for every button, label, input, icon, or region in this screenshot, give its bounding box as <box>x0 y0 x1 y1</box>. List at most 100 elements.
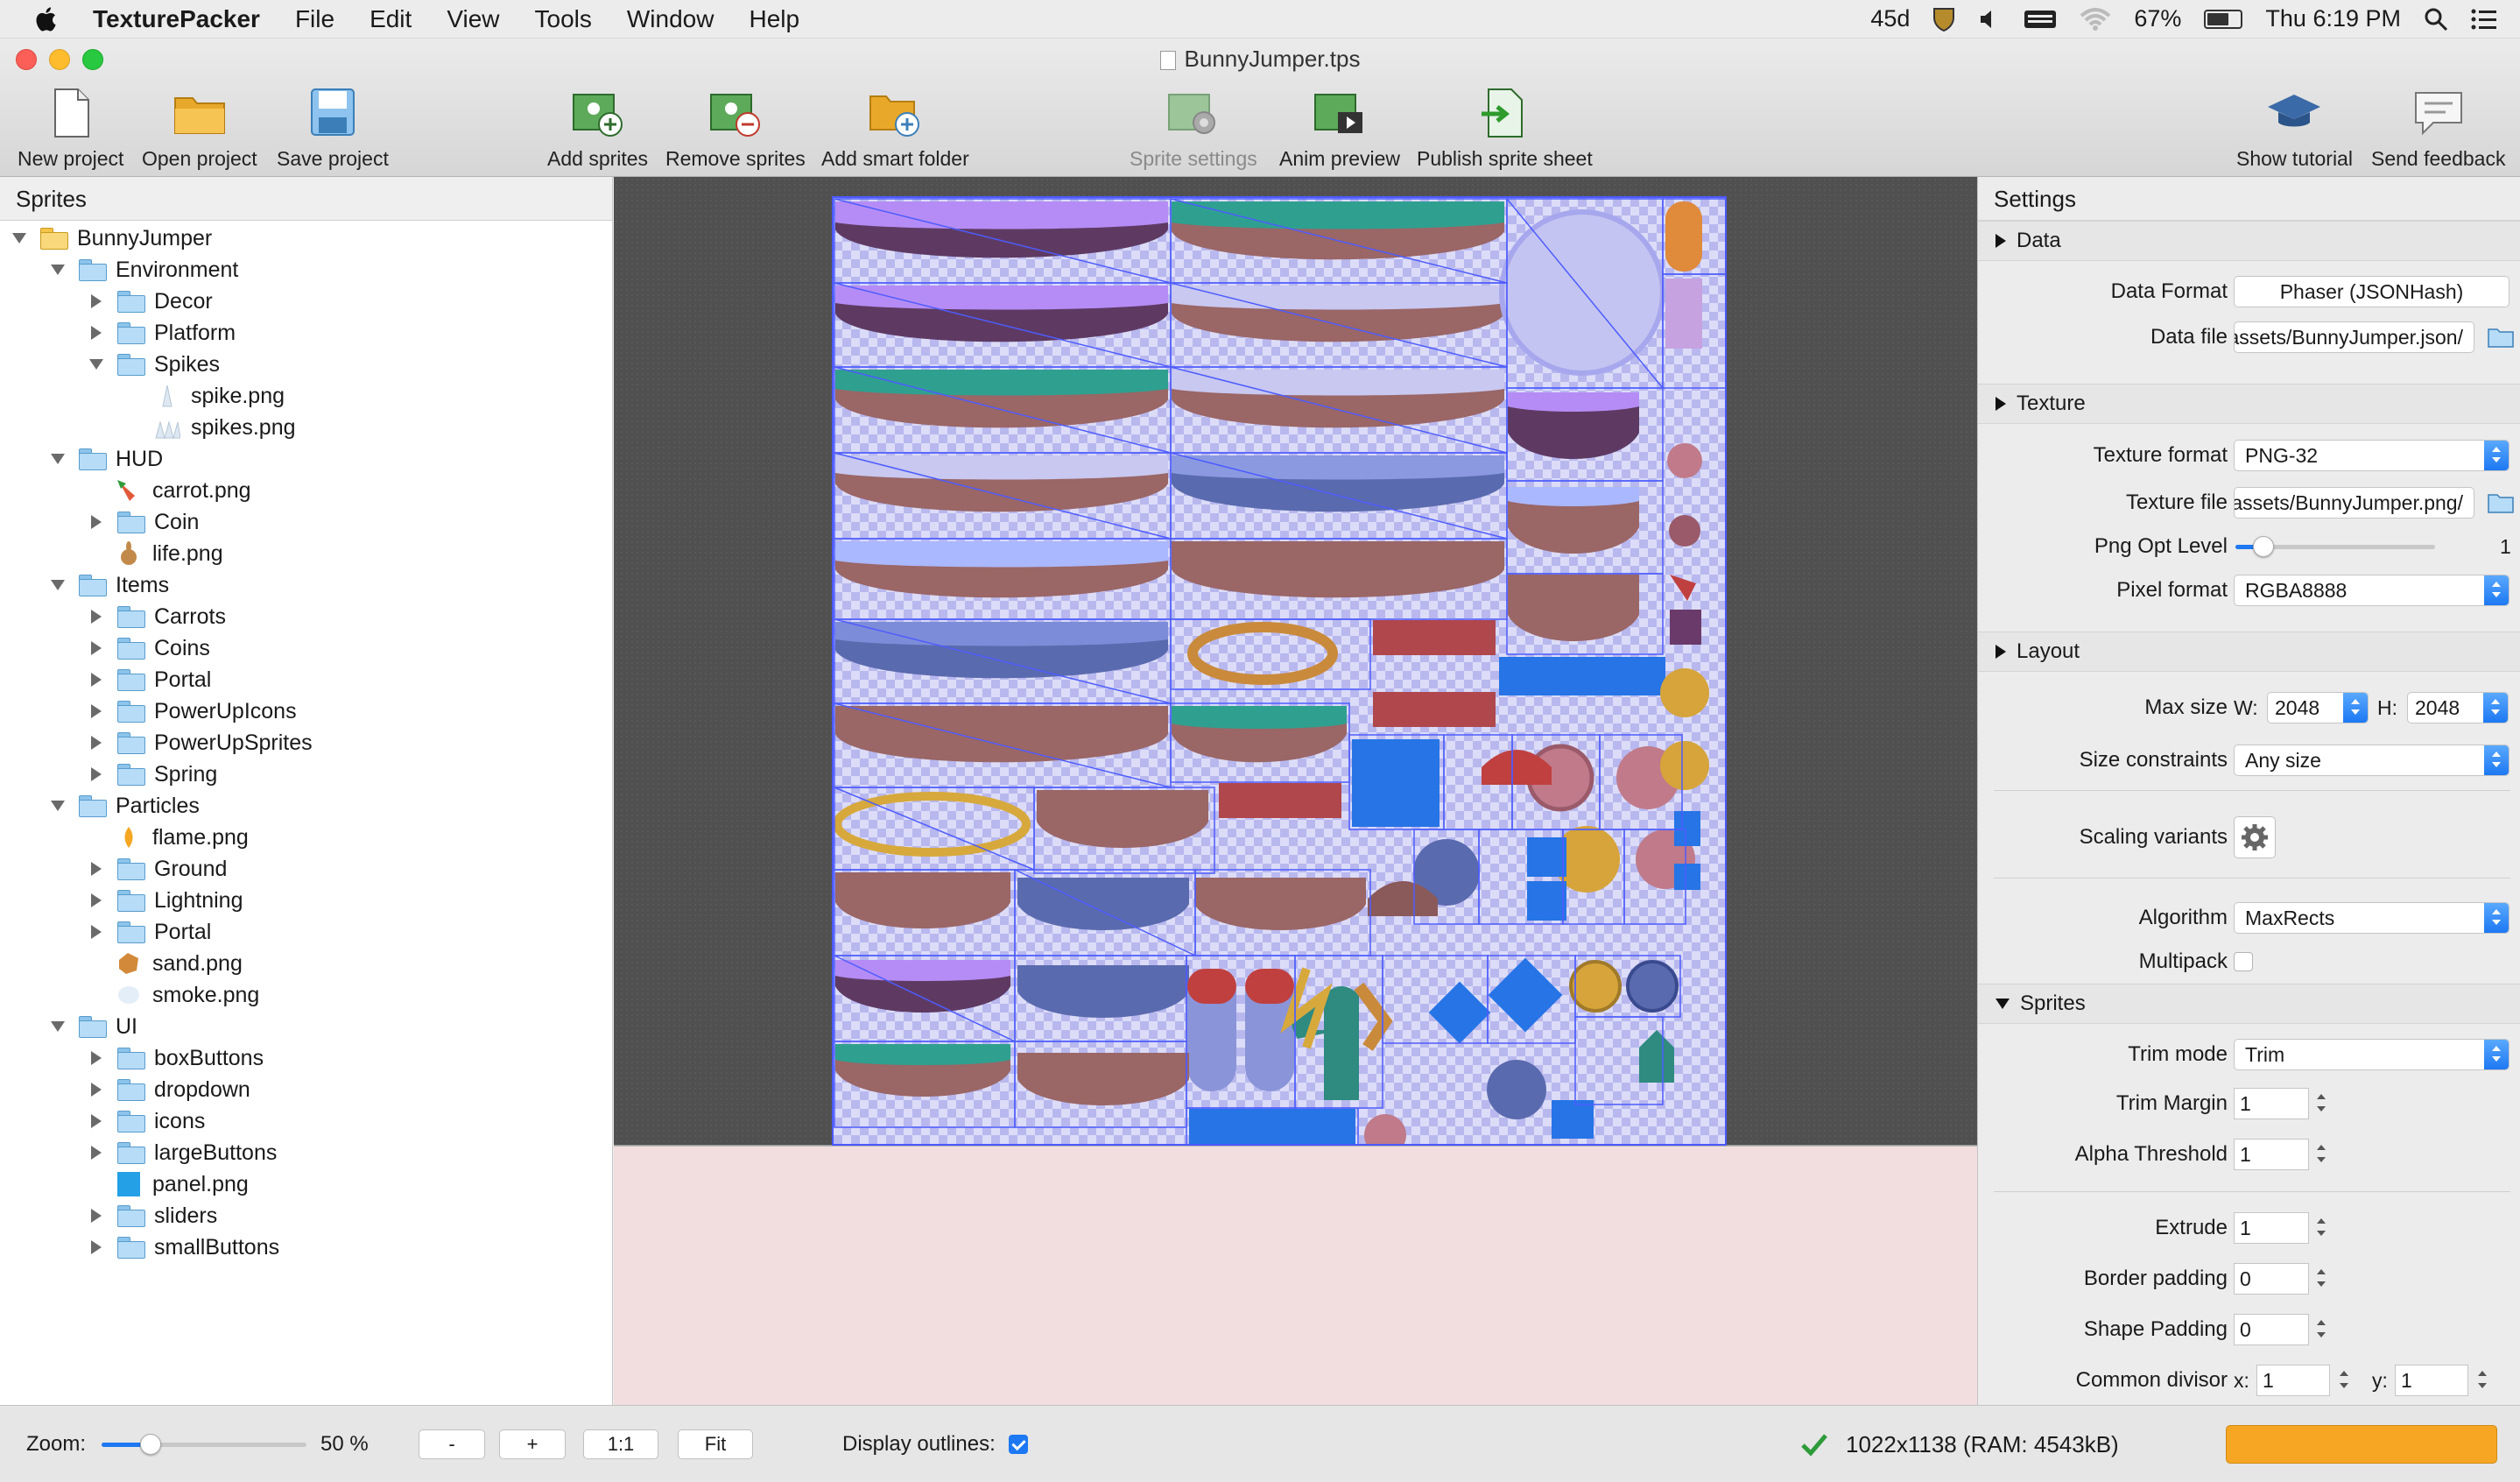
disclosure-right-icon[interactable] <box>91 610 102 624</box>
disclosure-right-icon[interactable] <box>91 736 102 750</box>
volume-icon[interactable] <box>1978 8 2001 31</box>
texture-section-header[interactable]: Texture <box>1978 384 2520 424</box>
status-45d[interactable]: 45d <box>1870 5 1910 32</box>
add-sprites-button[interactable]: Add sprites <box>547 86 648 171</box>
sprite-tree-item[interactable]: largeButtons <box>0 1137 612 1168</box>
disclosure-right-icon[interactable] <box>91 673 102 687</box>
disclosure-right-icon[interactable] <box>91 326 102 340</box>
shape-padding-stepper[interactable] <box>2314 1314 2328 1345</box>
divisor-y-stepper[interactable] <box>2475 1365 2489 1396</box>
data-file-folder-icon[interactable] <box>2488 327 2514 348</box>
sprites-section-header[interactable]: Sprites <box>1978 984 2520 1024</box>
zoom-in-button[interactable]: + <box>499 1429 566 1459</box>
sprite-tree-item[interactable]: spikes.png <box>0 412 612 443</box>
open-project-button[interactable]: Open project <box>142 86 257 171</box>
disclosure-right-icon[interactable] <box>91 1240 102 1254</box>
clock[interactable]: Thu 6:19 PM <box>2265 5 2401 32</box>
max-height-select[interactable]: 2048 <box>2407 692 2509 723</box>
sprite-tree-item[interactable]: carrot.png <box>0 475 612 506</box>
disclosure-right-icon[interactable] <box>91 1209 102 1223</box>
help-menu[interactable]: Help <box>749 5 799 33</box>
sprite-tree-item[interactable]: Platform <box>0 317 612 349</box>
zoom-out-button[interactable]: - <box>419 1429 485 1459</box>
shield-icon[interactable] <box>1932 6 1955 32</box>
sprite-sheet-canvas[interactable] <box>614 177 1977 1146</box>
divisor-x-stepper[interactable] <box>2337 1365 2351 1396</box>
border-padding-field[interactable]: 0 <box>2234 1263 2309 1295</box>
extrude-field[interactable]: 1 <box>2234 1212 2309 1244</box>
alpha-threshold-field[interactable]: 1 <box>2234 1139 2309 1170</box>
disclosure-right-icon[interactable] <box>91 1146 102 1160</box>
disclosure-down-icon[interactable] <box>12 233 26 243</box>
sprite-tree-item[interactable]: spike.png <box>0 380 612 412</box>
new-project-button[interactable]: New project <box>18 86 123 171</box>
sprite-sheet-preview[interactable] <box>832 196 1727 1146</box>
trim-mode-select[interactable]: Trim <box>2234 1039 2509 1070</box>
battery-percent[interactable]: 67% <box>2134 5 2181 32</box>
multipack-checkbox[interactable] <box>2234 952 2253 971</box>
sprite-tree-item[interactable]: Portal <box>0 664 612 695</box>
sprite-tree-item[interactable]: sliders <box>0 1200 612 1231</box>
window-menu[interactable]: Window <box>627 5 714 33</box>
sprite-tree-item[interactable]: life.png <box>0 538 612 569</box>
disclosure-right-icon[interactable] <box>91 641 102 655</box>
zoom-slider[interactable] <box>102 1434 306 1455</box>
sprite-tree-item[interactable]: Environment <box>0 254 612 286</box>
apple-icon[interactable] <box>33 5 61 33</box>
sprite-tree-item[interactable]: HUD <box>0 443 612 475</box>
data-format-button[interactable]: Phaser (JSONHash) <box>2234 276 2509 307</box>
disclosure-right-icon[interactable] <box>91 704 102 718</box>
send-feedback-button[interactable]: Send feedback <box>2371 86 2505 171</box>
save-project-button[interactable]: Save project <box>277 86 389 171</box>
sprite-tree-item[interactable]: PowerUpIcons <box>0 695 612 727</box>
extrude-stepper[interactable] <box>2314 1212 2328 1244</box>
remove-sprites-button[interactable]: Remove sprites <box>665 86 806 171</box>
divisor-x-field[interactable]: 1 <box>2256 1365 2330 1396</box>
disclosure-right-icon[interactable] <box>91 294 102 308</box>
size-constraints-select[interactable]: Any size <box>2234 745 2509 776</box>
sprite-tree-item[interactable]: UI <box>0 1011 612 1042</box>
sprite-tree-item[interactable]: PowerUpSprites <box>0 727 612 759</box>
show-tutorial-button[interactable]: Show tutorial <box>2236 86 2353 171</box>
sprite-tree-item[interactable]: boxButtons <box>0 1042 612 1074</box>
keyboard-icon[interactable] <box>2024 8 2057 31</box>
sprite-tree-item[interactable]: Lightning <box>0 885 612 916</box>
sprite-tree-item[interactable]: Coin <box>0 506 612 538</box>
edit-menu[interactable]: Edit <box>370 5 412 33</box>
sprite-settings-button[interactable]: Sprite settings <box>1130 86 1257 171</box>
data-file-field[interactable]: /assets/BunnyJumper.json <box>2234 321 2474 353</box>
sprite-tree-item[interactable]: BunnyJumper <box>0 222 612 254</box>
display-outlines-checkbox[interactable] <box>1009 1435 1028 1454</box>
sprite-tree-item[interactable]: Spring <box>0 759 612 790</box>
sprite-tree-item[interactable]: Particles <box>0 790 612 822</box>
sprite-tree-item[interactable]: icons <box>0 1105 612 1137</box>
disclosure-down-icon[interactable] <box>51 265 65 275</box>
search-icon[interactable] <box>2424 7 2448 32</box>
png-opt-slider[interactable] <box>2235 536 2435 557</box>
trim-margin-stepper[interactable] <box>2314 1088 2328 1119</box>
sprite-tree-item[interactable]: smoke.png <box>0 979 612 1011</box>
file-menu[interactable]: File <box>295 5 334 33</box>
zoom-fit-button[interactable]: Fit <box>678 1429 753 1459</box>
max-width-select[interactable]: 2048 <box>2267 692 2369 723</box>
texture-file-field[interactable]: /assets/BunnyJumper.png <box>2234 487 2474 519</box>
battery-icon[interactable] <box>2204 9 2243 29</box>
sprite-tree-item[interactable]: Items <box>0 569 612 601</box>
zoom-actual-size-button[interactable]: 1:1 <box>583 1429 658 1459</box>
view-menu[interactable]: View <box>447 5 499 33</box>
app-menu[interactable]: TexturePacker <box>93 5 260 33</box>
disclosure-down-icon[interactable] <box>51 1021 65 1032</box>
notification-center-icon[interactable] <box>2471 8 2497 31</box>
divisor-y-field[interactable]: 1 <box>2395 1365 2468 1396</box>
sprite-tree-item[interactable]: Decor <box>0 286 612 317</box>
sprite-tree-item[interactable]: dropdown <box>0 1074 612 1105</box>
border-padding-stepper[interactable] <box>2314 1263 2328 1295</box>
disclosure-right-icon[interactable] <box>91 925 102 939</box>
sprite-tree-item[interactable]: flame.png <box>0 822 612 853</box>
sprite-tree-item[interactable]: sand.png <box>0 948 612 979</box>
anim-preview-button[interactable]: Anim preview <box>1279 86 1400 171</box>
sprite-tree-item[interactable]: Carrots <box>0 601 612 632</box>
algorithm-select[interactable]: MaxRects <box>2234 902 2509 934</box>
sprite-tree-item[interactable]: Ground <box>0 853 612 885</box>
disclosure-right-icon[interactable] <box>91 862 102 876</box>
